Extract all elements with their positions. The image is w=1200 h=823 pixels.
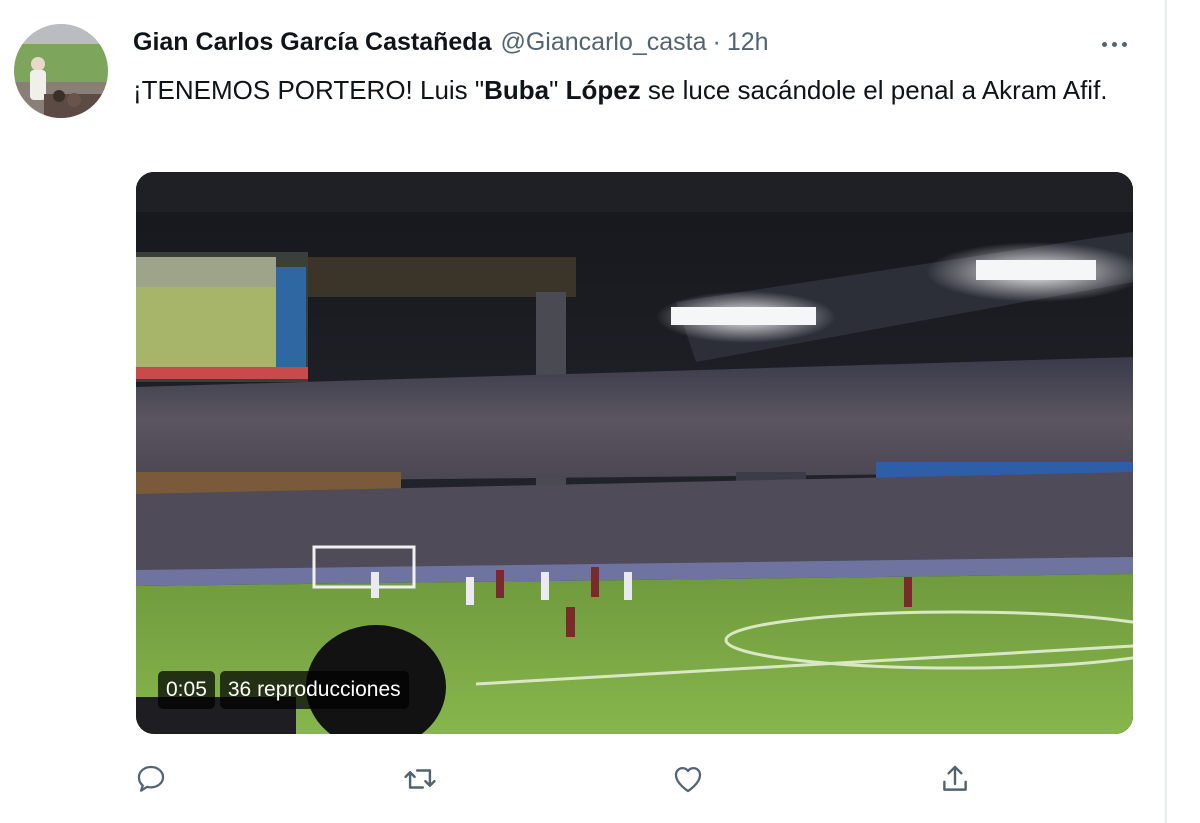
tweet-text-part: " bbox=[549, 75, 566, 105]
video-player[interactable]: 0:05 36 reproducciones bbox=[136, 172, 1133, 734]
share-button[interactable] bbox=[933, 757, 977, 801]
like-button[interactable] bbox=[666, 757, 710, 801]
video-meta: 0:05 36 reproducciones bbox=[158, 671, 409, 709]
retweet-icon bbox=[404, 769, 436, 789]
share-icon bbox=[943, 765, 967, 791]
tweet-text-bold: López bbox=[565, 75, 641, 105]
more-options-icon[interactable] bbox=[1094, 32, 1134, 56]
tweet-text: ¡TENEMOS PORTERO! Luis "Buba" López se l… bbox=[133, 72, 1143, 109]
video-views: 36 reproducciones bbox=[219, 671, 409, 709]
reply-button[interactable] bbox=[129, 757, 173, 801]
timestamp[interactable]: 12h bbox=[727, 28, 769, 57]
tweet-text-part: ¡TENEMOS PORTERO! Luis " bbox=[133, 75, 485, 105]
tweet-text-part: se luce sacándole el penal a Akram Afif. bbox=[640, 75, 1108, 105]
like-icon bbox=[674, 766, 702, 793]
tweet-text-bold: Buba bbox=[484, 75, 550, 105]
avatar[interactable] bbox=[14, 24, 108, 118]
separator-dot: · bbox=[712, 28, 721, 56]
reply-icon bbox=[137, 765, 165, 792]
retweet-button[interactable] bbox=[398, 757, 442, 801]
timeline-divider bbox=[1165, 0, 1167, 823]
author-name[interactable]: Gian Carlos García Castañeda bbox=[133, 28, 491, 57]
tweet-header: Gian Carlos García Castañeda @Giancarlo_… bbox=[133, 28, 769, 62]
author-handle[interactable]: @Giancarlo_casta bbox=[500, 28, 706, 57]
video-duration: 0:05 bbox=[158, 671, 215, 709]
video-frame-stadium bbox=[136, 172, 1133, 734]
